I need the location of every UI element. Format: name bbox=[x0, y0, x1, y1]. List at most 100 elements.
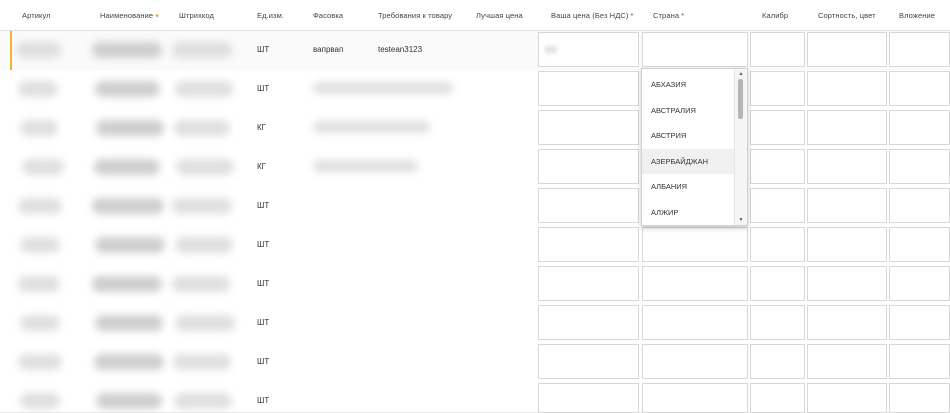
attachment-input[interactable] bbox=[889, 71, 950, 106]
country-select[interactable] bbox=[642, 227, 748, 262]
col-best-price-header[interactable]: Лучшая цена bbox=[476, 11, 523, 20]
name-cell bbox=[96, 393, 162, 409]
sort-arrow-icon[interactable]: ▾ bbox=[155, 13, 159, 20]
table-row[interactable]: ШТ bbox=[0, 382, 950, 413]
grade-input[interactable] bbox=[807, 71, 887, 106]
unit-cell: КГ bbox=[257, 162, 266, 171]
attachment-input[interactable] bbox=[889, 227, 950, 262]
country-dropdown[interactable]: АБХАЗИЯ АВСТРАЛИЯ АВСТРИЯ АЗЕРБАЙДЖАН АЛБАНИ… bbox=[641, 68, 748, 226]
your-price-input[interactable] bbox=[538, 71, 639, 106]
table-row[interactable]: ШТ вапрвап testean3123 bbox=[0, 31, 950, 71]
country-select[interactable] bbox=[642, 32, 748, 67]
col-attachment-header[interactable]: Вложение bbox=[899, 11, 935, 20]
caliber-input[interactable] bbox=[750, 188, 805, 223]
table-row[interactable]: КГ bbox=[0, 148, 950, 188]
country-option[interactable]: АЗЕРБАЙДЖАН bbox=[642, 148, 736, 174]
col-name-header[interactable]: Наименование ▾ bbox=[100, 11, 159, 20]
caliber-input[interactable] bbox=[750, 71, 805, 106]
name-cell bbox=[95, 81, 160, 97]
country-select[interactable] bbox=[642, 305, 748, 340]
table-row[interactable]: КГ bbox=[0, 109, 950, 149]
col-grade-header[interactable]: Сортность, цвет bbox=[818, 11, 876, 20]
your-price-input[interactable] bbox=[538, 266, 639, 301]
your-price-input[interactable] bbox=[538, 305, 639, 340]
your-price-input[interactable] bbox=[538, 32, 639, 67]
attachment-input[interactable] bbox=[889, 32, 950, 67]
price-value bbox=[545, 46, 557, 53]
col-caliber-header[interactable]: Калибр bbox=[762, 11, 788, 20]
article-cell bbox=[18, 81, 58, 97]
attachment-input[interactable] bbox=[889, 305, 950, 340]
article-cell bbox=[20, 237, 60, 253]
table-row[interactable]: ШТ bbox=[0, 226, 950, 266]
attachment-input[interactable] bbox=[889, 110, 950, 145]
col-your-price-header[interactable]: Ваша цена (Без НДС) * bbox=[551, 11, 634, 20]
col-unit-header[interactable]: Ед.изм. bbox=[257, 11, 284, 20]
table-row[interactable]: ШТ bbox=[0, 70, 950, 110]
grade-input[interactable] bbox=[807, 32, 887, 67]
name-cell bbox=[96, 120, 164, 136]
grade-input[interactable] bbox=[807, 344, 887, 379]
barcode-cell bbox=[176, 159, 234, 175]
scrollbar-thumb[interactable] bbox=[738, 79, 743, 119]
attachment-input[interactable] bbox=[889, 344, 950, 379]
country-option[interactable]: АБХАЗИЯ bbox=[642, 72, 736, 97]
col-name-label: Наименование bbox=[100, 11, 154, 20]
barcode-cell bbox=[172, 276, 230, 292]
required-mark: * bbox=[681, 11, 685, 20]
col-barcode-header[interactable]: Штрихкод bbox=[179, 11, 214, 20]
caliber-input[interactable] bbox=[750, 149, 805, 184]
caliber-input[interactable] bbox=[750, 383, 805, 413]
article-cell bbox=[18, 198, 62, 214]
grade-input[interactable] bbox=[807, 188, 887, 223]
grade-input[interactable] bbox=[807, 227, 887, 262]
country-option[interactable]: АЛЖИР bbox=[642, 200, 736, 225]
your-price-input[interactable] bbox=[538, 188, 639, 223]
country-select[interactable] bbox=[642, 266, 748, 301]
attachment-input[interactable] bbox=[889, 266, 950, 301]
attachment-input[interactable] bbox=[889, 383, 950, 413]
scroll-up-arrow-icon[interactable]: ▲ bbox=[735, 70, 747, 78]
attachment-input[interactable] bbox=[889, 188, 950, 223]
your-price-input[interactable] bbox=[538, 227, 639, 262]
name-cell bbox=[94, 354, 164, 370]
country-select[interactable] bbox=[642, 344, 748, 379]
barcode-cell bbox=[172, 198, 232, 214]
article-cell bbox=[18, 354, 62, 370]
col-article-header[interactable]: Артикул bbox=[22, 11, 51, 20]
table-row[interactable]: ШТ bbox=[0, 304, 950, 344]
attachment-input[interactable] bbox=[889, 149, 950, 184]
table-row[interactable]: ШТ bbox=[0, 343, 950, 383]
name-cell bbox=[92, 198, 164, 214]
grade-input[interactable] bbox=[807, 110, 887, 145]
your-price-input[interactable] bbox=[538, 383, 639, 413]
dropdown-scrollbar[interactable]: ▲ ▼ bbox=[734, 69, 747, 225]
your-price-input[interactable] bbox=[538, 344, 639, 379]
col-requirements-header[interactable]: Требования к товару bbox=[378, 11, 452, 20]
name-cell bbox=[95, 237, 165, 253]
country-option[interactable]: АВСТРИЯ bbox=[642, 123, 736, 148]
your-price-input[interactable] bbox=[538, 149, 639, 184]
unit-cell: ШТ bbox=[257, 396, 270, 405]
col-country-header[interactable]: Страна * bbox=[653, 11, 684, 20]
col-packing-header[interactable]: Фасовка bbox=[313, 11, 343, 20]
scroll-down-arrow-icon[interactable]: ▼ bbox=[735, 216, 747, 224]
caliber-input[interactable] bbox=[750, 305, 805, 340]
caliber-input[interactable] bbox=[750, 32, 805, 67]
caliber-input[interactable] bbox=[750, 266, 805, 301]
grade-input[interactable] bbox=[807, 305, 887, 340]
barcode-cell bbox=[175, 237, 233, 253]
caliber-input[interactable] bbox=[750, 227, 805, 262]
your-price-input[interactable] bbox=[538, 110, 639, 145]
table-row[interactable]: ШТ bbox=[0, 187, 950, 227]
table-row[interactable]: ШТ bbox=[0, 265, 950, 305]
country-option[interactable]: АВСТРАЛИЯ bbox=[642, 98, 736, 123]
caliber-input[interactable] bbox=[750, 110, 805, 145]
caliber-input[interactable] bbox=[750, 344, 805, 379]
country-option[interactable]: АЛБАНИЯ bbox=[642, 174, 736, 199]
country-select[interactable] bbox=[642, 383, 748, 413]
grade-input[interactable] bbox=[807, 149, 887, 184]
grade-input[interactable] bbox=[807, 266, 887, 301]
unit-cell: ШТ bbox=[257, 201, 270, 210]
grade-input[interactable] bbox=[807, 383, 887, 413]
